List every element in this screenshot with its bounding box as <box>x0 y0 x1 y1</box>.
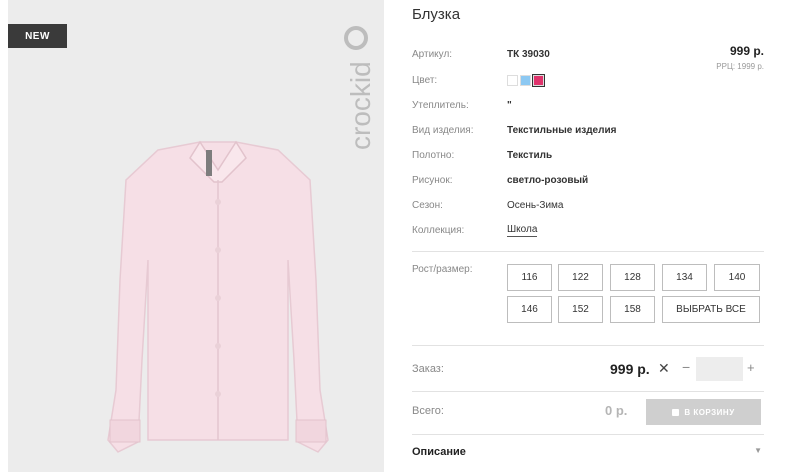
color-swatch-blue[interactable] <box>520 74 531 86</box>
attr-value: Текстильные изделия <box>507 124 617 136</box>
attr-value: " <box>507 99 512 111</box>
brand-logo-text: crockid <box>345 61 376 150</box>
add-to-cart-button[interactable]: В КОРЗИНУ <box>646 399 761 425</box>
attr-label: Вид изделия: <box>412 124 474 136</box>
attr-collection: Коллекция: Школа <box>412 222 538 238</box>
order-label: Заказ: <box>412 363 444 375</box>
attr-label: Полотно: <box>412 149 455 161</box>
select-all-sizes-button[interactable]: ВЫБРАТЬ ВСЕ <box>662 296 760 323</box>
blouse-image <box>107 140 329 453</box>
attr-product-type: Вид изделия: Текстильные изделия <box>412 122 616 138</box>
collection-link[interactable]: Школа <box>507 224 538 237</box>
attr-value: Осень-Зима <box>507 199 564 211</box>
quantity-input[interactable] <box>696 357 743 381</box>
attr-label: Сезон: <box>412 199 443 211</box>
size-button-140[interactable]: 140 <box>714 264 760 291</box>
size-button-116[interactable]: 116 <box>507 264 552 291</box>
size-button-128[interactable]: 128 <box>610 264 655 291</box>
decrease-quantity-button[interactable]: − <box>682 359 690 375</box>
attr-color: Цвет: <box>412 72 545 88</box>
cart-bag-icon <box>672 408 680 416</box>
size-button-134[interactable]: 134 <box>662 264 707 291</box>
product-price: 999 р. <box>729 44 764 58</box>
attr-label: Коллекция: <box>412 224 465 236</box>
attr-article: Артикул: ТК 39030 <box>412 46 550 62</box>
remove-order-icon[interactable]: ✕ <box>658 360 670 377</box>
total-label: Всего: <box>412 405 444 417</box>
divider <box>412 345 764 346</box>
new-badge: NEW <box>8 24 67 48</box>
divider <box>412 391 764 392</box>
attr-value: Текстиль <box>507 149 553 161</box>
increase-quantity-button[interactable]: + <box>747 360 755 375</box>
size-button-122[interactable]: 122 <box>558 264 603 291</box>
brand-logo: crockid <box>344 26 376 150</box>
attr-value: ТК 39030 <box>507 48 550 60</box>
product-info: Блузка 999 р. РРЦ: 1999 р. Артикул: ТК 3… <box>412 0 764 472</box>
attr-label: Артикул: <box>412 48 453 60</box>
divider <box>412 434 764 435</box>
total-value: 0 р. <box>605 403 628 418</box>
attr-value: светло-розовый <box>507 174 589 186</box>
attr-pattern: Рисунок: светло-розовый <box>412 172 588 188</box>
product-title: Блузка <box>412 6 461 23</box>
attr-label: Рисунок: <box>412 174 453 186</box>
color-swatch-pink[interactable] <box>532 73 545 87</box>
size-button-152[interactable]: 152 <box>558 296 603 323</box>
recommended-price: РРЦ: 1999 р. <box>716 62 764 71</box>
attr-label: Цвет: <box>412 74 438 86</box>
product-photo: NEW crockid <box>8 0 384 472</box>
order-price: 999 р. <box>610 361 650 377</box>
color-swatches <box>507 73 545 87</box>
chevron-down-icon[interactable]: ▼ <box>754 446 762 455</box>
divider <box>412 251 764 252</box>
attr-fabric: Полотно: Текстиль <box>412 147 552 163</box>
description-toggle[interactable]: Описание <box>412 446 466 458</box>
attr-insulation: Утеплитель: " <box>412 97 512 113</box>
attr-label: Утеплитель: <box>412 99 469 111</box>
add-to-cart-label: В КОРЗИНУ <box>684 407 735 417</box>
sizes-label: Рост/размер: <box>412 264 473 275</box>
size-button-146[interactable]: 146 <box>507 296 552 323</box>
size-button-158[interactable]: 158 <box>610 296 655 323</box>
color-swatch-white[interactable] <box>507 74 518 86</box>
attr-season: Сезон: Осень-Зима <box>412 197 563 213</box>
